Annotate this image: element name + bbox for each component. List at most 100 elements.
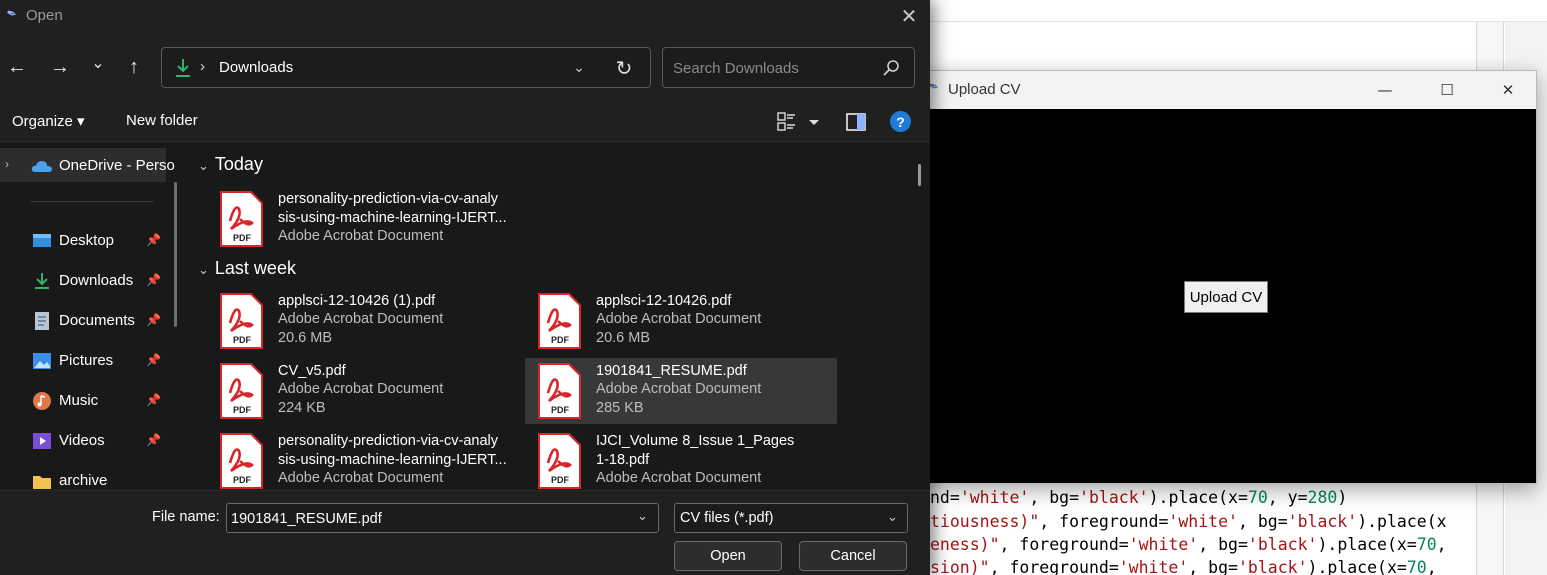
code-token: , (1426, 558, 1437, 575)
forward-button[interactable]: → (45, 54, 75, 80)
recent-locations-button[interactable]: ⌄ (83, 50, 113, 76)
code-token: , bg= (1188, 558, 1238, 575)
file-type-select[interactable]: CV files (*.pdf) ⌄ (674, 503, 908, 533)
back-button[interactable]: ← (2, 54, 32, 80)
code-token: ).place(x (1357, 512, 1447, 531)
chevron-down-icon[interactable]: ⌄ (637, 508, 648, 524)
code-token: , bg= (1237, 512, 1288, 531)
code-token: 70 (1416, 535, 1437, 554)
sidebar-item-label: Music (59, 392, 99, 409)
file-name-continued: sis-using-machine-learning-IJERT... (278, 452, 507, 468)
sidebar-item-music[interactable]: Music 📌 (0, 384, 166, 418)
dialog-titlebar[interactable]: ✒ Open ✕ (0, 0, 930, 32)
group-header-last-week[interactable]: ⌄ Last week (198, 258, 296, 279)
view-options-icon[interactable] (776, 110, 822, 134)
nav-pane-scrollbar[interactable] (174, 182, 177, 327)
cancel-button[interactable]: Cancel (799, 541, 907, 571)
file-type: Adobe Acrobat Document (278, 470, 444, 486)
dialog-close-button[interactable]: ✕ (893, 3, 925, 29)
pdf-badge-text: PDF (233, 233, 252, 243)
upload-window-titlebar[interactable]: ✒ Upload CV — ☐ ✕ (920, 71, 1536, 109)
sidebar-item-label: Downloads (59, 272, 134, 289)
file-item[interactable]: PDF CV_v5.pdf Adobe Acrobat Document 224… (212, 358, 522, 424)
up-button[interactable]: ↑ (119, 54, 149, 80)
file-name-input[interactable] (231, 508, 631, 529)
sidebar-item-pictures[interactable]: Pictures 📌 (0, 344, 166, 378)
open-button[interactable]: Open (674, 541, 782, 571)
pdf-file-icon: PDF (538, 363, 581, 419)
preview-pane-icon[interactable] (844, 110, 868, 134)
help-button[interactable]: ? (890, 111, 911, 132)
pdf-badge-text: PDF (233, 475, 252, 485)
file-name: applsci-12-10426 (1).pdf (278, 293, 436, 309)
file-item[interactable]: PDF IJCI_Volume 8_Issue 1_Pages 1-18.pdf… (530, 428, 840, 490)
code-token: , bg= (1029, 488, 1080, 507)
cloud-icon (31, 161, 52, 172)
sidebar-item-desktop[interactable]: Desktop 📌 (0, 224, 166, 258)
address-bar[interactable]: › Downloads ⌄ ↻ (161, 47, 651, 88)
pdf-file-icon: PDF (220, 363, 263, 419)
code-token: , (1436, 535, 1447, 554)
minimize-button[interactable]: — (1362, 77, 1408, 103)
collapse-chevron-icon: ⌄ (198, 262, 209, 277)
file-item[interactable]: PDF applsci-12-10426 (1).pdf Adobe Acrob… (212, 288, 522, 354)
pin-icon: 📌 (146, 273, 161, 287)
file-type: Adobe Acrobat Document (278, 228, 444, 244)
sidebar-item-videos[interactable]: Videos 📌 (0, 424, 166, 458)
file-name: IJCI_Volume 8_Issue 1_Pages (596, 433, 795, 449)
music-icon (33, 392, 51, 410)
file-item-selected[interactable]: PDF 1901841_RESUME.pdf Adobe Acrobat Doc… (525, 358, 837, 424)
organize-button[interactable]: Organize ▾ (12, 112, 85, 130)
code-token: ).place(x= (1148, 488, 1248, 507)
refresh-button[interactable]: ↻ (610, 54, 638, 82)
navigation-pane: › OneDrive - Perso Desktop 📌 Downloads 📌… (0, 142, 188, 490)
pdf-badge-text: PDF (551, 335, 570, 345)
code-token: ).place(x= (1307, 558, 1407, 575)
download-icon (176, 59, 190, 77)
file-item[interactable]: PDF personality-prediction-via-cv-analy … (212, 186, 522, 252)
group-header-today[interactable]: ⌄ Today (198, 154, 263, 175)
upload-cv-button[interactable]: Upload CV (1184, 281, 1268, 313)
file-name-combobox[interactable]: ⌄ (226, 503, 659, 533)
divider (30, 201, 154, 202)
pdf-badge-text: PDF (233, 335, 252, 345)
sidebar-item-onedrive[interactable]: › OneDrive - Perso (0, 148, 175, 182)
file-item[interactable]: PDF applsci-12-10426.pdf Adobe Acrobat D… (530, 288, 840, 354)
sidebar-item-downloads[interactable]: Downloads 📌 (0, 264, 166, 298)
breadcrumb-location[interactable]: Downloads (219, 59, 293, 76)
sidebar-item-label: Videos (59, 432, 105, 449)
videos-icon (33, 433, 51, 449)
search-box[interactable] (662, 47, 915, 88)
code-token: 'white' (1128, 535, 1199, 554)
pin-icon: 📌 (146, 433, 161, 447)
expand-chevron-icon[interactable]: › (5, 157, 9, 171)
close-button[interactable]: ✕ (1485, 77, 1531, 103)
pdf-badge-text: PDF (233, 405, 252, 415)
sidebar-item-archive[interactable]: archive (0, 464, 166, 490)
file-name-label: File name: (152, 509, 220, 525)
maximize-button[interactable]: ☐ (1424, 77, 1470, 103)
search-input[interactable] (673, 57, 873, 79)
address-history-dropdown[interactable]: ⌄ (568, 56, 590, 78)
pdf-file-icon: PDF (220, 293, 263, 349)
sidebar-item-documents[interactable]: Documents 📌 (0, 304, 166, 338)
sidebar-item-label: Desktop (59, 232, 115, 249)
pin-icon: 📌 (146, 393, 161, 407)
search-icon[interactable] (881, 58, 901, 78)
file-list-scrollbar[interactable] (918, 164, 921, 186)
sidebar-item-label: Documents (59, 312, 135, 329)
file-type-value: CV files (*.pdf) (680, 510, 774, 526)
desktop-icon (33, 234, 51, 247)
dialog-footer: File name: ⌄ CV files (*.pdf) ⌄ Open Can… (0, 490, 930, 575)
file-type: Adobe Acrobat Document (278, 311, 444, 327)
pdf-badge-text: PDF (551, 475, 570, 485)
pdf-file-icon: PDF (538, 293, 581, 349)
window-title: Upload CV (948, 81, 1021, 98)
code-token: 280 (1307, 488, 1338, 507)
file-item[interactable]: PDF personality-prediction-via-cv-analy … (212, 428, 522, 490)
code-token: , bg= (1198, 535, 1248, 554)
new-folder-button[interactable]: New folder (126, 112, 198, 129)
code-token: 'black' (1237, 558, 1308, 575)
pdf-badge-text: PDF (551, 405, 570, 415)
group-label: Last week (214, 258, 296, 278)
